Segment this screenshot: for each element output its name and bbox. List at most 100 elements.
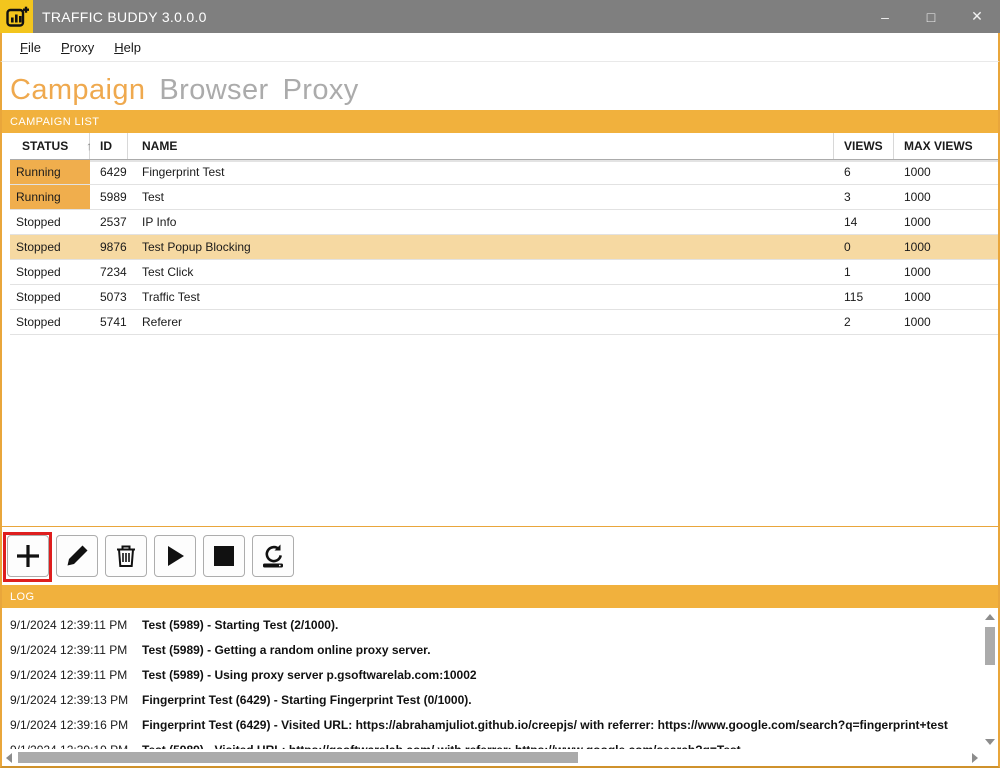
pencil-icon	[63, 542, 91, 570]
campaign-toolbar	[0, 527, 1000, 585]
plus-icon	[13, 541, 43, 571]
log-message: Test (5989) - Starting Test (2/1000).	[142, 618, 338, 632]
cell-id: 7234	[90, 260, 128, 284]
cell-views: 3	[834, 185, 894, 209]
cell-name: Test	[128, 185, 834, 209]
cell-id: 5989	[90, 185, 128, 209]
cell-views: 1	[834, 260, 894, 284]
log-message: Test (5989) - Using proxy server p.gsoft…	[142, 668, 477, 682]
log-entry: 9/1/2024 12:39:19 PM Test (5989) - Visit…	[2, 737, 998, 749]
vertical-scroll-thumb[interactable]	[985, 627, 995, 665]
cell-views: 2	[834, 310, 894, 334]
log-entry: 9/1/2024 12:39:13 PM Fingerprint Test (6…	[2, 687, 998, 712]
menu-help[interactable]: Help	[104, 36, 151, 59]
scroll-down-icon[interactable]	[982, 735, 998, 749]
cell-views: 6	[834, 160, 894, 184]
log-timestamp: 9/1/2024 12:39:13 PM	[10, 693, 142, 707]
log-message: Test (5989) - Getting a random online pr…	[142, 643, 431, 657]
reset-icon	[259, 542, 287, 570]
column-header-id[interactable]: ID	[90, 133, 128, 159]
cell-views: 0	[834, 235, 894, 259]
menu-proxy[interactable]: Proxy	[51, 36, 104, 59]
cell-max-views: 1000	[894, 310, 988, 334]
delete-campaign-button[interactable]	[105, 535, 147, 577]
trash-icon	[113, 543, 139, 569]
cell-max-views: 1000	[894, 285, 988, 309]
column-header-max-views[interactable]: MAX VIEWS	[894, 133, 988, 159]
table-row[interactable]: Running 5989 Test 3 1000	[10, 185, 998, 210]
log-timestamp: 9/1/2024 12:39:11 PM	[10, 668, 142, 682]
status-badge: Stopped	[10, 235, 90, 259]
table-row[interactable]: Stopped 5073 Traffic Test 115 1000	[10, 285, 998, 310]
cell-name: Referer	[128, 310, 834, 334]
table-row[interactable]: Running 6429 Fingerprint Test 6 1000	[10, 160, 998, 185]
scroll-left-icon[interactable]	[2, 749, 16, 766]
minimize-button[interactable]: –	[862, 0, 908, 33]
log-entry: 9/1/2024 12:39:11 PM Test (5989) - Using…	[2, 662, 998, 687]
table-row[interactable]: Stopped 7234 Test Click 1 1000	[10, 260, 998, 285]
campaign-list-panel: CAMPAIGN LIST STATUS ↑ ID NAME VIEWS MAX…	[0, 110, 1000, 527]
log-message: Fingerprint Test (6429) - Starting Finge…	[142, 693, 472, 707]
status-badge: Running	[10, 185, 90, 209]
titlebar: TRAFFIC BUDDY 3.0.0.0 – □ ✕	[0, 0, 1000, 33]
cell-max-views: 1000	[894, 260, 988, 284]
log-message: Fingerprint Test (6429) - Visited URL: h…	[142, 718, 948, 732]
log-timestamp: 9/1/2024 12:39:11 PM	[10, 643, 142, 657]
app-window: TRAFFIC BUDDY 3.0.0.0 – □ ✕ File Proxy H…	[0, 0, 1000, 768]
cell-name: IP Info	[128, 210, 834, 234]
menubar: File Proxy Help	[0, 33, 1000, 62]
status-badge: Stopped	[10, 260, 90, 284]
cell-views: 14	[834, 210, 894, 234]
cell-id: 5073	[90, 285, 128, 309]
edit-campaign-button[interactable]	[56, 535, 98, 577]
scroll-up-icon[interactable]	[982, 610, 998, 624]
play-icon	[162, 543, 188, 569]
table-header: STATUS ↑ ID NAME VIEWS MAX VIEWS	[10, 133, 998, 160]
table-row[interactable]: Stopped 9876 Test Popup Blocking 0 1000	[10, 235, 998, 260]
add-campaign-button[interactable]	[7, 535, 49, 577]
cell-max-views: 1000	[894, 235, 988, 259]
cell-max-views: 1000	[894, 185, 988, 209]
campaign-list-header: CAMPAIGN LIST	[2, 110, 998, 133]
log-vertical-scrollbar[interactable]	[982, 610, 998, 749]
column-header-name[interactable]: NAME	[128, 133, 834, 159]
status-badge: Stopped	[10, 210, 90, 234]
log-entry: 9/1/2024 12:39:11 PM Test (5989) - Getti…	[2, 637, 998, 662]
maximize-button[interactable]: □	[908, 0, 954, 33]
column-header-status[interactable]: STATUS ↑	[10, 133, 90, 159]
reset-views-button[interactable]	[252, 535, 294, 577]
table-row[interactable]: Stopped 5741 Referer 2 1000	[10, 310, 998, 335]
log-horizontal-scrollbar[interactable]	[0, 749, 1000, 768]
table-body: Running 6429 Fingerprint Test 6 1000 Run…	[2, 160, 998, 335]
app-logo-icon	[0, 0, 33, 33]
cell-name: Test Click	[128, 260, 834, 284]
tab-campaign[interactable]: Campaign	[10, 73, 145, 108]
log-header: LOG	[2, 585, 998, 608]
table-row[interactable]: Stopped 2537 IP Info 14 1000	[10, 210, 998, 235]
status-badge: Running	[10, 160, 90, 184]
log-timestamp: 9/1/2024 12:39:11 PM	[10, 618, 142, 632]
tab-browser[interactable]: Browser	[159, 73, 268, 108]
stop-campaign-button[interactable]	[203, 535, 245, 577]
column-header-views[interactable]: VIEWS	[834, 133, 894, 159]
cell-name: Fingerprint Test	[128, 160, 834, 184]
window-title: TRAFFIC BUDDY 3.0.0.0	[42, 9, 207, 25]
close-button[interactable]: ✕	[954, 0, 1000, 33]
log-entry: 9/1/2024 12:39:16 PM Fingerprint Test (6…	[2, 712, 998, 737]
cell-id: 6429	[90, 160, 128, 184]
cell-id: 9876	[90, 235, 128, 259]
stop-icon	[212, 544, 236, 568]
status-badge: Stopped	[10, 285, 90, 309]
horizontal-scroll-thumb[interactable]	[18, 752, 578, 763]
menu-file[interactable]: File	[10, 36, 51, 59]
status-badge: Stopped	[10, 310, 90, 334]
cell-name: Test Popup Blocking	[128, 235, 834, 259]
start-campaign-button[interactable]	[154, 535, 196, 577]
log-timestamp: 9/1/2024 12:39:16 PM	[10, 718, 142, 732]
scroll-right-icon[interactable]	[968, 749, 982, 766]
log-panel: 9/1/2024 12:39:11 PM Test (5989) - Start…	[0, 608, 1000, 749]
cell-id: 5741	[90, 310, 128, 334]
log-entry: 9/1/2024 12:39:11 PM Test (5989) - Start…	[2, 612, 998, 637]
cell-name: Traffic Test	[128, 285, 834, 309]
tab-proxy[interactable]: Proxy	[283, 73, 359, 108]
